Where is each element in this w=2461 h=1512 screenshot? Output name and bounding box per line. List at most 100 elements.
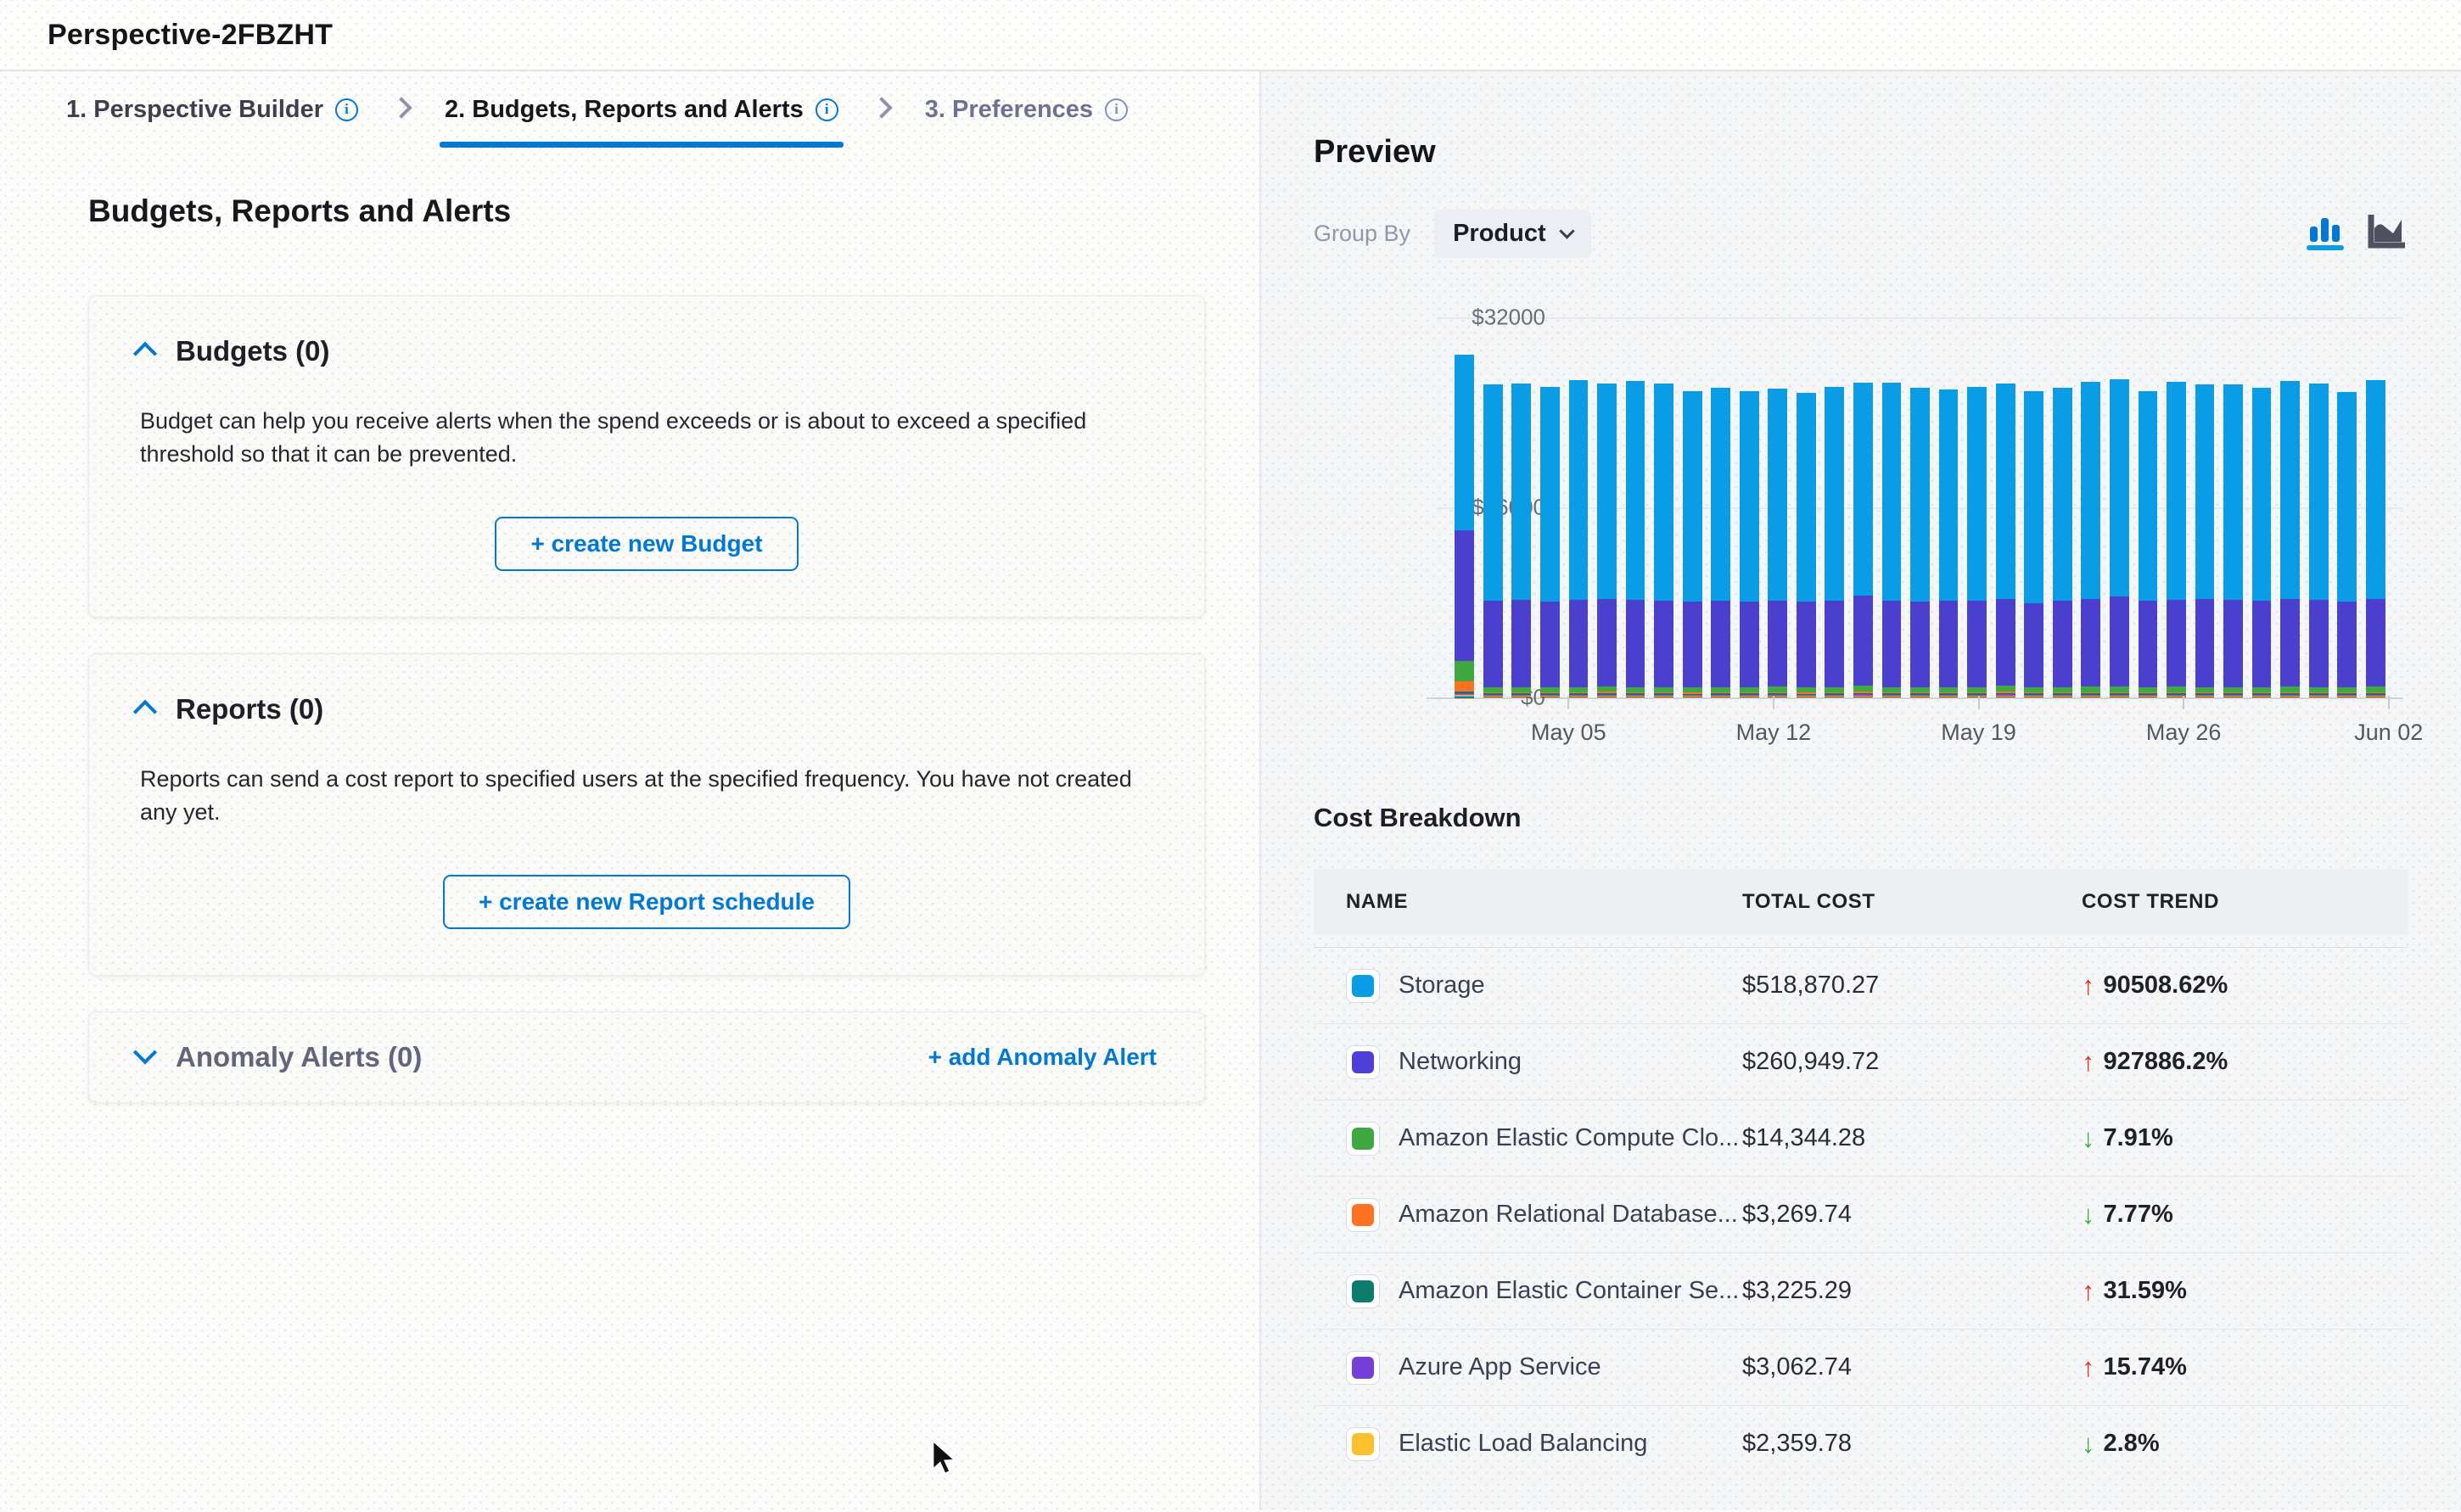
chart-bar-may-22[interactable]	[2053, 388, 2072, 697]
table-row[interactable]: Storage $518,870.27 ↑ 90508.62%	[1314, 947, 2408, 1023]
table-row[interactable]: Networking $260,949.72 ↑ 927886.2%	[1314, 1023, 2408, 1100]
reports-card: Reports (0) Reports can send a cost repo…	[88, 653, 1205, 976]
cost-preview-chart: $32000 $16000 $0 May 05May 12May 19May 2…	[1314, 299, 2408, 748]
bar-segment	[1569, 600, 1589, 686]
chart-bar-may-27[interactable]	[2195, 384, 2215, 697]
create-budget-button[interactable]: + create new Budget	[495, 517, 798, 571]
chart-bar-jun-01[interactable]	[2337, 392, 2357, 697]
row-cost-trend: ↑ 15.74%	[2082, 1352, 2408, 1383]
info-icon[interactable]: i	[816, 98, 838, 121]
bar-segment	[1797, 393, 1816, 602]
chart-bar-may-13[interactable]	[1797, 393, 1816, 697]
chart-bar-may-06[interactable]	[1597, 384, 1617, 697]
bar-segment	[1853, 596, 1873, 686]
tab-preferences[interactable]: 3. Preferences i	[925, 71, 1128, 148]
table-row[interactable]: Amazon Elastic Compute Clo... $14,344.28…	[1314, 1100, 2408, 1176]
chart-bar-may-20[interactable]	[1996, 384, 2015, 697]
table-row[interactable]: Amazon Elastic Container Se... $3,225.29…	[1314, 1252, 2408, 1329]
chart-bar-may-03[interactable]	[1511, 384, 1531, 697]
row-cost-trend: ↓ 2.8%	[2082, 1429, 2408, 1459]
chart-bar-may-29[interactable]	[2252, 388, 2272, 697]
chart-bar-may-24[interactable]	[2110, 379, 2129, 697]
bar-segment	[2309, 600, 2329, 687]
row-product-name: Azure App Service	[1399, 1353, 1601, 1381]
bar-segment	[2280, 381, 2300, 599]
bar-slot	[1906, 317, 1935, 697]
chart-bar-may-18[interactable]	[1939, 389, 1959, 697]
chart-bar-may-25[interactable]	[2139, 391, 2158, 697]
expand-chevron-icon[interactable]	[133, 1040, 157, 1064]
table-row[interactable]: Azure App Service $3,062.74 ↑ 15.74%	[1314, 1329, 2408, 1405]
bar-slot	[1479, 317, 1508, 697]
bar-segment	[1455, 681, 1474, 692]
chart-bar-may-21[interactable]	[2024, 391, 2043, 697]
chart-bar-may-08[interactable]	[1654, 384, 1673, 697]
chart-bar-may-11[interactable]	[1740, 391, 1759, 697]
group-by-dropdown[interactable]: Product	[1434, 210, 1591, 258]
chart-bar-may-05[interactable]	[1569, 380, 1589, 697]
column-header-trend: COST TREND	[2082, 890, 2408, 914]
collapse-chevron-icon[interactable]	[133, 700, 157, 724]
chart-bar-may-26[interactable]	[2167, 382, 2186, 697]
chart-bar-may-07[interactable]	[1626, 381, 1645, 697]
budgets-card-title: Budgets (0)	[176, 335, 330, 367]
chart-bar-may-10[interactable]	[1711, 388, 1730, 697]
bar-segment	[2223, 384, 2243, 599]
chart-bar-may-04[interactable]	[1540, 387, 1560, 697]
collapse-chevron-icon[interactable]	[133, 342, 157, 366]
table-row[interactable]: Elastic Load Balancing $2,359.78 ↓ 2.8%	[1314, 1405, 2408, 1481]
app-header: Perspective-2FBZHT	[0, 0, 2461, 71]
add-anomaly-alert-link[interactable]: + add Anomaly Alert	[928, 1044, 1157, 1071]
bar-segment	[2053, 388, 2072, 601]
bar-segment	[1996, 686, 2015, 692]
bar-segment	[2280, 686, 2300, 692]
info-icon[interactable]: i	[335, 98, 358, 121]
chart-bar-may-17[interactable]	[1910, 388, 1930, 697]
bar-segment	[2110, 379, 2129, 596]
chart-bar-may-09[interactable]	[1683, 391, 1702, 697]
row-product-name: Networking	[1399, 1048, 1522, 1076]
reports-description: Reports can send a cost report to specif…	[140, 763, 1157, 829]
bar-slot	[1507, 317, 1536, 697]
bar-segment	[2366, 686, 2385, 692]
row-total-cost: $3,269.74	[1742, 1201, 2082, 1229]
info-icon[interactable]: i	[1105, 98, 1128, 121]
bar-slot	[1991, 317, 2020, 697]
bar-chart-icon[interactable]	[2307, 213, 2346, 255]
chart-bar-may-02[interactable]	[1483, 384, 1503, 697]
reports-card-title: Reports (0)	[176, 693, 323, 725]
tab-perspective-builder[interactable]: 1. Perspective Builder i	[66, 71, 358, 148]
bar-slot	[1820, 317, 1849, 697]
chart-bar-may-15[interactable]	[1853, 383, 1873, 697]
table-header-row: NAME TOTAL COST COST TREND	[1314, 869, 2408, 935]
trend-value: 90508.62%	[2104, 972, 2228, 1000]
legend-chip	[1346, 1274, 1380, 1308]
chart-bar-may-01[interactable]	[1455, 355, 1474, 697]
bar-segment	[1939, 389, 1959, 601]
area-chart-icon[interactable]	[2368, 213, 2408, 255]
stacked-bars	[1450, 317, 2390, 697]
chart-bar-may-16[interactable]	[1882, 383, 1902, 697]
chart-bar-may-19[interactable]	[1967, 387, 1987, 697]
bar-segment	[1654, 601, 1673, 687]
bar-segment	[2081, 382, 2100, 599]
tab-budgets-reports-alerts[interactable]: 2. Budgets, Reports and Alerts i	[445, 71, 838, 148]
bar-segment	[2252, 388, 2272, 601]
chart-bar-may-31[interactable]	[2309, 384, 2329, 697]
table-row[interactable]: Amazon Relational Database... $3,269.74 …	[1314, 1176, 2408, 1252]
chart-bar-may-12[interactable]	[1768, 389, 1787, 697]
bar-segment	[1853, 686, 1873, 692]
create-report-button[interactable]: + create new Report schedule	[443, 875, 850, 929]
x-axis-tick	[2388, 696, 2390, 709]
bar-slot	[2190, 317, 2219, 697]
chart-bar-may-14[interactable]	[1825, 387, 1844, 697]
bar-segment	[1740, 391, 1759, 602]
bar-segment	[1597, 599, 1617, 687]
x-axis-tick-label: May 19	[1941, 720, 2016, 746]
chart-bar-jun-02[interactable]	[2366, 380, 2385, 697]
chart-bar-may-28[interactable]	[2223, 384, 2243, 697]
wizard-tabs: 1. Perspective Builder i 2. Budgets, Rep…	[0, 71, 1259, 148]
chart-bar-may-23[interactable]	[2081, 382, 2100, 697]
chart-bar-may-30[interactable]	[2280, 381, 2300, 697]
bar-segment	[2366, 380, 2385, 599]
